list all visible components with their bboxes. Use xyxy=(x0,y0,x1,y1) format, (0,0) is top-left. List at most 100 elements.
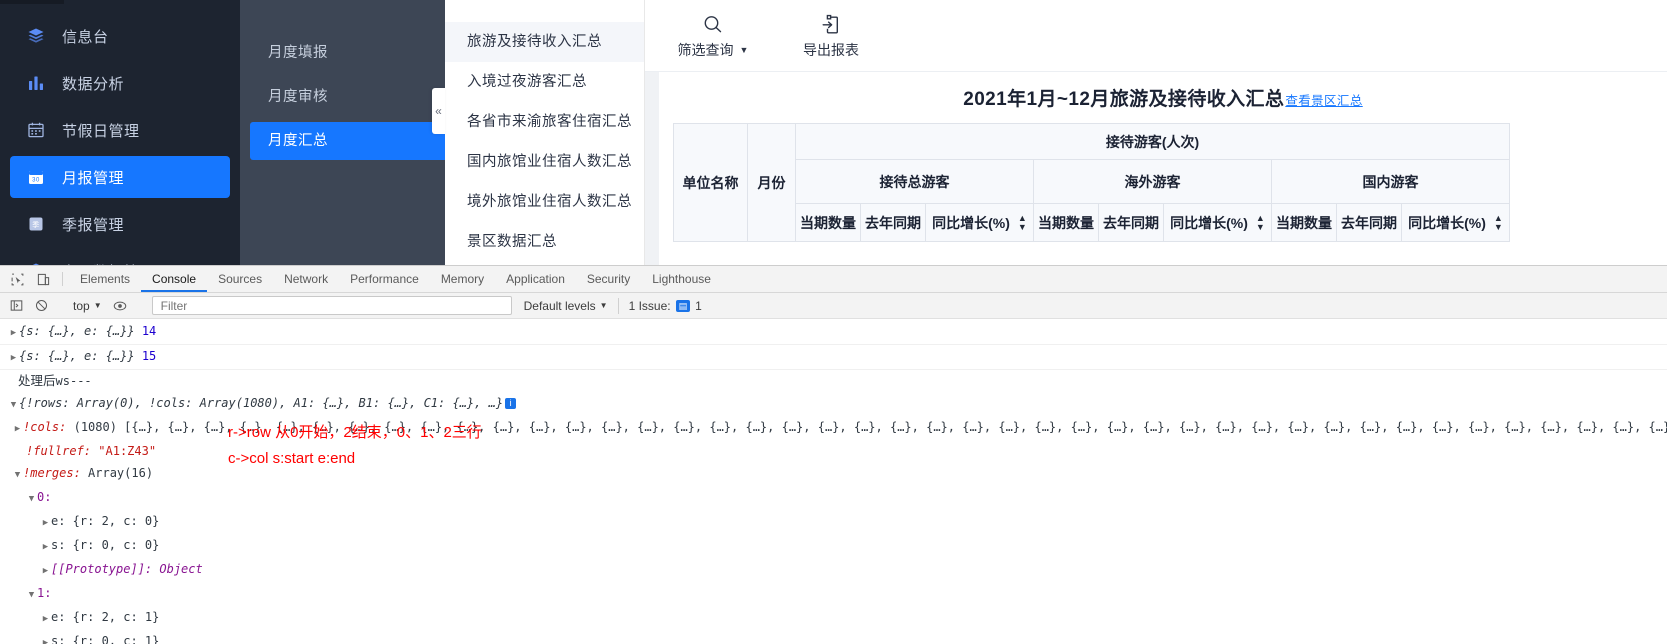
th-yoy-growth[interactable]: 同比增长(%) ▲ ▼ xyxy=(1401,203,1510,242)
tab-security[interactable]: Security xyxy=(576,266,641,292)
sidebar-item-information-desk[interactable]: 信息台 xyxy=(10,15,230,57)
th-yoy-growth[interactable]: 同比增长(%) ▲ ▼ xyxy=(925,203,1034,242)
console-row[interactable]: ▶ e: {r: 2, c: 1} xyxy=(0,606,1667,630)
sort-icon[interactable]: ▲ ▼ xyxy=(1018,213,1027,231)
issues-badge-icon: ▤ xyxy=(675,299,691,312)
filter-query-label: 筛选查询 xyxy=(677,41,734,58)
sidebar-item-label: 节假日管理 xyxy=(62,122,140,140)
log-levels-selector[interactable]: Default levels ▼ xyxy=(524,299,608,313)
tab-performance[interactable]: Performance xyxy=(339,266,430,292)
expand-triangle-icon[interactable]: ▶ xyxy=(40,538,51,556)
collapse-triangle-icon[interactable]: ▼ xyxy=(8,396,19,414)
console-property-key: !fullref: xyxy=(26,444,92,458)
th-yoy-growth-label: 同比增长(%) xyxy=(1408,214,1486,231)
submenu-item-monthly-review[interactable]: 月度审核 xyxy=(250,78,445,116)
th-last-year-same-period: 去年同期 xyxy=(860,203,926,242)
sort-icon[interactable]: ▲ ▼ xyxy=(1256,213,1265,231)
console-sidebar-icon[interactable] xyxy=(4,299,29,312)
report-item-overseas-hotel-guests[interactable]: 境外旅馆业住宿人数汇总 xyxy=(445,182,644,222)
console-property-value: "A1:Z43" xyxy=(98,444,157,458)
info-icon[interactable]: i xyxy=(505,398,517,409)
filter-query-button[interactable]: 筛选查询 ▼ xyxy=(675,12,751,60)
th-yoy-growth[interactable]: 同比增长(%) ▲ ▼ xyxy=(1163,203,1272,242)
console-row[interactable]: ▶ {s: {…}, e: {…}} 15 xyxy=(0,345,1667,370)
console-filter-box[interactable] xyxy=(151,296,512,315)
report-item-tourism-reception-income[interactable]: 旅游及接待收入汇总 xyxy=(445,22,644,62)
devtools-panel: Elements Console Sources Network Perform… xyxy=(0,265,1667,644)
inspect-element-icon[interactable] xyxy=(4,266,30,292)
sort-icon[interactable]: ▲ ▼ xyxy=(1494,213,1503,231)
clear-console-icon[interactable] xyxy=(29,299,54,312)
layers-icon xyxy=(27,27,45,45)
quarter-icon: 季 xyxy=(27,215,45,233)
page-title: 2021年1月~12月旅游及接待收入汇总查看景区汇总 xyxy=(659,72,1667,123)
calendar-30-icon: 30 xyxy=(27,168,45,186)
th-yoy-growth-label: 同比增长(%) xyxy=(1170,214,1248,231)
expand-triangle-icon[interactable]: ▶ xyxy=(8,349,19,367)
th-current-amount: 当期数量 xyxy=(795,203,861,242)
console-property-key: !merges: xyxy=(23,466,81,480)
device-toolbar-icon[interactable] xyxy=(30,266,56,292)
collapse-panel-icon[interactable]: « xyxy=(432,88,445,134)
tab-lighthouse[interactable]: Lighthouse xyxy=(641,266,722,292)
issues-button[interactable]: 1 Issue: ▤ 1 xyxy=(629,299,702,313)
console-row[interactable]: ▶ [[Prototype]]: Object xyxy=(0,558,1667,582)
sidebar-item-quarterly-report-management[interactable]: 季 季报管理 xyxy=(10,203,230,245)
tab-memory[interactable]: Memory xyxy=(430,266,495,292)
report-item-province-visitors-lodging[interactable]: 各省市来渝旅客住宿汇总 xyxy=(445,102,644,142)
annotation-row-note: r->row 从0开始，2结束，0、1、2三行 xyxy=(228,424,482,441)
view-scenic-summary-link[interactable]: 查看景区汇总 xyxy=(1285,94,1362,108)
application-window: 信息台 数据分析 节假日管理 30 月报管理 季 季报管理 月度填报 月度审核 … xyxy=(0,0,1667,265)
console-row[interactable]: ▶ s: {r: 0, c: 1} xyxy=(0,630,1667,644)
expand-triangle-icon[interactable]: ▶ xyxy=(40,634,51,644)
console-array-index: 0: xyxy=(37,490,52,504)
export-report-button[interactable]: 导出报表 xyxy=(793,12,869,60)
chevron-down-icon[interactable]: ▼ xyxy=(740,45,749,55)
collapse-triangle-icon[interactable]: ▼ xyxy=(26,490,37,508)
sidebar-item-holiday-management[interactable]: 节假日管理 xyxy=(10,109,230,151)
expand-triangle-icon[interactable]: ▶ xyxy=(40,562,51,580)
tab-network[interactable]: Network xyxy=(273,266,339,292)
console-row[interactable]: ▼ 0: xyxy=(0,486,1667,510)
log-levels-label: Default levels xyxy=(523,298,596,313)
console-object-preview: {s: {…}, e: {…}} xyxy=(19,324,135,338)
report-list-panel: « 旅游及接待收入汇总 入境过夜游客汇总 各省市来渝旅客住宿汇总 国内旅馆业住宿… xyxy=(432,0,645,265)
table-header-row-2: 接待总游客 海外游客 国内游客 xyxy=(674,159,1510,204)
report-item-scenic-area-data[interactable]: 景区数据汇总 xyxy=(445,222,644,262)
expand-triangle-icon[interactable]: ▶ xyxy=(40,514,51,532)
console-row[interactable]: ▶ e: {r: 2, c: 0} xyxy=(0,510,1667,534)
console-row[interactable]: ▶ s: {r: 0, c: 0} xyxy=(0,534,1667,558)
report-table-head: 单位名称 月份 接待游客(人次) 接待总游客 海外游客 国内游客 当期数量 去年… xyxy=(673,123,1510,242)
th-group-domestic-visitors: 国内游客 xyxy=(1271,159,1510,204)
console-property-value: Array(16) xyxy=(88,466,154,480)
expand-triangle-icon[interactable]: ▶ xyxy=(12,420,23,438)
report-item-domestic-hotel-guests[interactable]: 国内旅馆业住宿人数汇总 xyxy=(445,142,644,182)
console-row[interactable]: ▼ 1: xyxy=(0,582,1667,606)
report-item-inbound-overnight[interactable]: 入境过夜游客汇总 xyxy=(445,62,644,102)
sidebar-item-special-data-management[interactable]: 专项数据管理 xyxy=(10,250,230,265)
collapse-triangle-icon[interactable]: ▼ xyxy=(12,466,23,484)
th-group-overseas-visitors: 海外游客 xyxy=(1033,159,1272,204)
sidebar-item-data-analysis[interactable]: 数据分析 xyxy=(10,62,230,104)
th-month: 月份 xyxy=(747,123,796,242)
th-last-year-same-period: 去年同期 xyxy=(1336,203,1402,242)
svg-text:季: 季 xyxy=(32,220,40,229)
execution-context-selector[interactable]: top ▼ xyxy=(67,299,108,313)
tab-elements[interactable]: Elements xyxy=(69,266,141,292)
console-row[interactable]: ▶ {s: {…}, e: {…}} 14 xyxy=(0,320,1667,345)
table-header-row-3: 当期数量 去年同期 同比增长(%) ▲ ▼ 当期数量 去年同期 同比增长(%) … xyxy=(674,203,1510,242)
console-row[interactable]: ▼ {!rows: Array(0), !cols: Array(1080), A… xyxy=(0,392,1667,416)
live-expression-icon[interactable] xyxy=(108,299,133,313)
collapse-triangle-icon[interactable]: ▼ xyxy=(26,586,37,604)
expand-triangle-icon[interactable]: ▶ xyxy=(8,324,19,342)
filter-input[interactable] xyxy=(158,297,505,314)
submenu-item-monthly-fill[interactable]: 月度填报 xyxy=(250,34,445,72)
submenu-item-monthly-summary[interactable]: 月度汇总 xyxy=(250,122,445,160)
tab-sources[interactable]: Sources xyxy=(207,266,273,292)
tab-console[interactable]: Console xyxy=(141,266,207,292)
th-group-visitors: 接待游客(人次) xyxy=(795,123,1510,160)
console-property: s: {r: 0, c: 1} xyxy=(51,634,160,644)
tab-application[interactable]: Application xyxy=(495,266,576,292)
expand-triangle-icon[interactable]: ▶ xyxy=(40,610,51,628)
sidebar-item-monthly-report-management[interactable]: 30 月报管理 xyxy=(10,156,230,198)
